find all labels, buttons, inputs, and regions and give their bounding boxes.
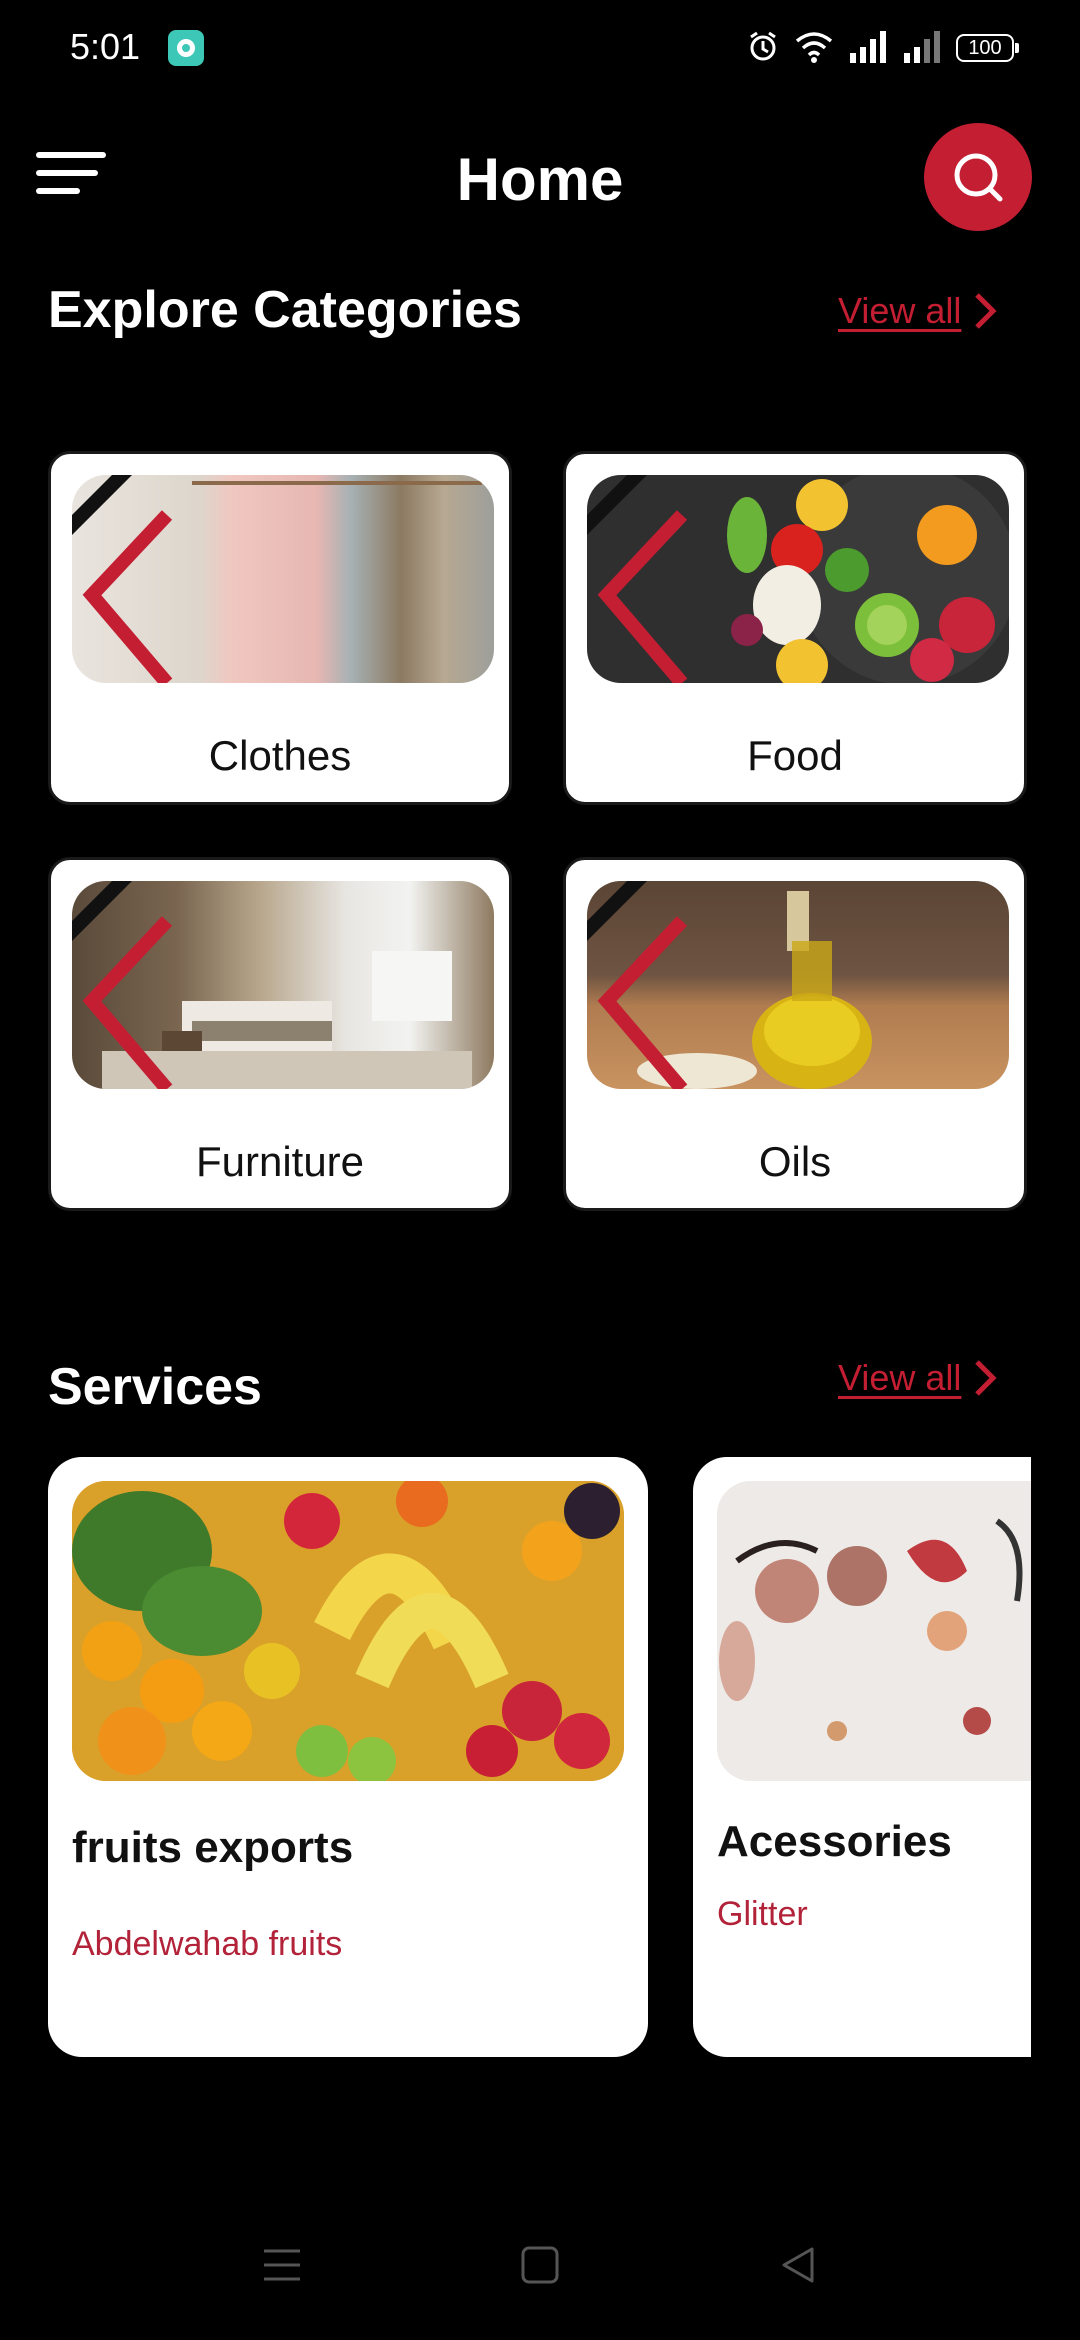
category-label: Clothes — [208, 732, 352, 779]
accessories-image — [717, 1481, 1031, 1781]
categories-title: Explore Categories — [48, 281, 522, 339]
category-card-furniture[interactable]: Furniture — [48, 857, 512, 1211]
signal-icon — [848, 29, 888, 68]
category-card-clothes[interactable]: Clothes — [48, 451, 512, 805]
chevron-right-icon — [975, 293, 997, 329]
fruits-image — [72, 1481, 624, 1781]
category-card-food[interactable]: Food — [563, 451, 1027, 805]
status-icons: 100 — [746, 26, 1019, 70]
view-all-label: View all — [838, 1357, 962, 1398]
home-icon[interactable] — [520, 2245, 560, 2290]
wifi-icon — [794, 29, 834, 68]
search-button[interactable] — [924, 123, 1032, 231]
alarm-icon — [746, 29, 780, 68]
chevron-right-icon — [975, 1360, 997, 1396]
services-view-all-link[interactable]: View all — [838, 1357, 997, 1399]
category-card-oils[interactable]: Oils — [563, 857, 1027, 1211]
clothes-image — [72, 475, 494, 683]
category-label: Oils — [758, 1138, 832, 1185]
recent-apps-icon[interactable] — [262, 2245, 302, 2290]
search-icon — [954, 153, 1003, 202]
service-subtitle: Abdelwahab fruits — [72, 1925, 343, 1963]
service-title: Acessories — [717, 1817, 952, 1866]
battery-icon: 100 — [956, 34, 1019, 62]
furniture-image — [72, 881, 494, 1089]
services-title: Services — [48, 1358, 262, 1416]
back-icon[interactable] — [778, 2245, 818, 2290]
category-label: Food — [747, 732, 843, 779]
signal-icon-2 — [902, 29, 942, 68]
categories-view-all-link[interactable]: View all — [838, 290, 997, 332]
status-time: 5:01 — [70, 26, 141, 67]
view-all-label: View all — [838, 290, 962, 331]
service-title: fruits exports — [72, 1823, 354, 1872]
service-subtitle: Glitter — [717, 1895, 808, 1933]
page-title: Home — [456, 146, 624, 213]
service-card-fruits-exports[interactable]: fruits exports Abdelwahab fruits — [48, 1457, 648, 2057]
service-card-accessories[interactable]: Acessories Glitter — [693, 1457, 1031, 2057]
food-image — [587, 475, 1009, 683]
chat-app-icon — [168, 30, 204, 66]
oils-image — [587, 881, 1009, 1089]
category-label: Furniture — [195, 1138, 365, 1185]
